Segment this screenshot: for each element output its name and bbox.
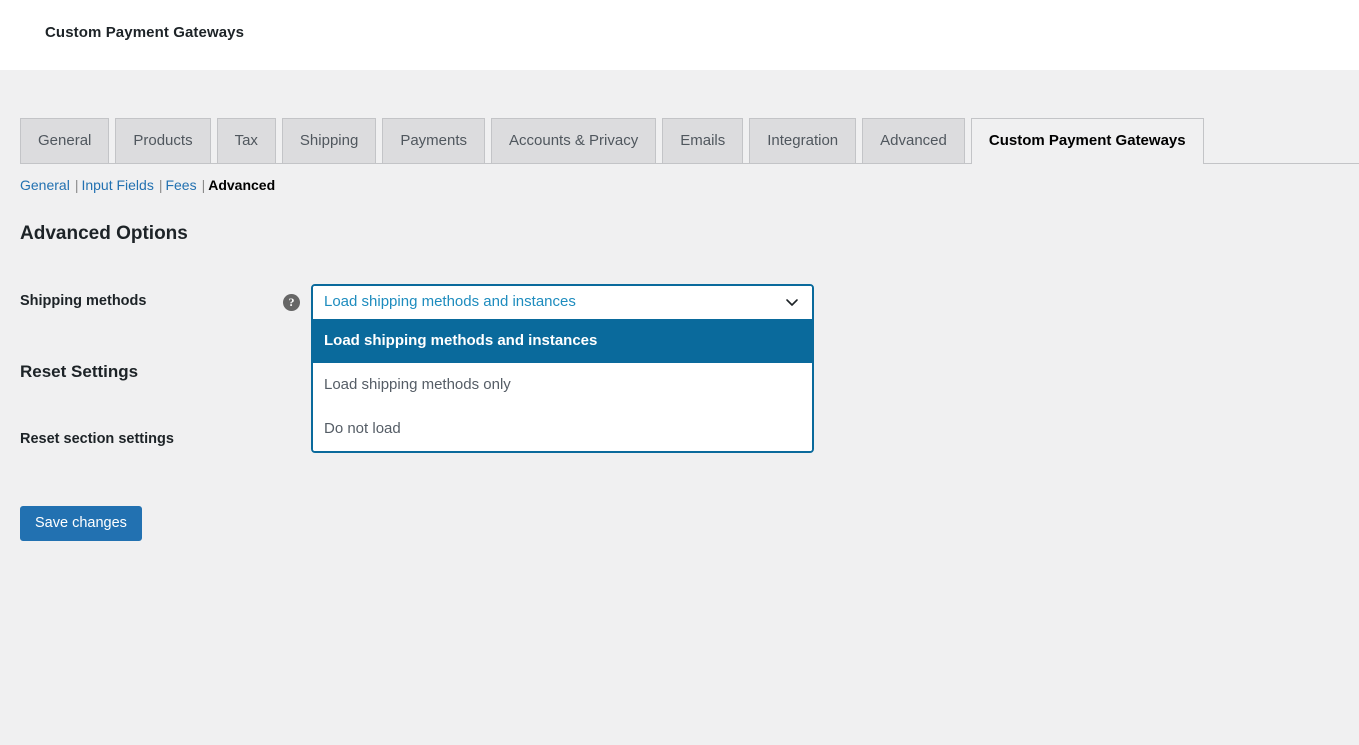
subsection-nav: General | Input Fields | Fees | Advanced — [20, 177, 275, 193]
tab-products[interactable]: Products — [115, 118, 211, 163]
subnav-item-advanced[interactable]: Advanced — [208, 177, 275, 193]
tab-payments[interactable]: Payments — [382, 118, 486, 163]
select-option-load-methods-and-instances[interactable]: Load shipping methods and instances — [313, 319, 812, 363]
select-option-do-not-load[interactable]: Do not load — [313, 407, 812, 451]
page-title: Custom Payment Gateways — [45, 24, 245, 41]
shipping-methods-option-list[interactable]: Load shipping methods and instances Load… — [313, 318, 812, 451]
section-title-advanced-options: Advanced Options — [20, 223, 188, 244]
tab-accounts-privacy[interactable]: Accounts & Privacy — [491, 118, 657, 163]
settings-tab-strip: General Products Tax Shipping Payments A… — [20, 118, 1359, 164]
field-label-shipping-methods: Shipping methods — [20, 293, 147, 309]
select-option-load-methods-only[interactable]: Load shipping methods only — [313, 363, 812, 407]
subnav-item-fees[interactable]: Fees — [165, 177, 196, 193]
admin-header-band: Custom Payment Gateways — [0, 0, 1359, 70]
shipping-methods-select-display[interactable]: Load shipping methods and instances — [313, 286, 812, 318]
tab-integration[interactable]: Integration — [749, 118, 857, 163]
save-changes-button[interactable]: Save changes — [20, 506, 142, 541]
tab-advanced[interactable]: Advanced — [862, 118, 965, 163]
tab-custom-payment-gateways[interactable]: Custom Payment Gateways — [970, 118, 1204, 164]
subnav-item-input-fields[interactable]: Input Fields — [81, 177, 153, 193]
subnav-separator: | — [74, 177, 79, 193]
field-label-reset-section-settings: Reset section settings — [20, 431, 174, 447]
subnav-separator: | — [158, 177, 163, 193]
help-question-icon[interactable]: ? — [283, 294, 300, 311]
shipping-methods-select[interactable]: Load shipping methods and instances Load… — [311, 284, 814, 453]
subnav-item-general[interactable]: General — [20, 177, 70, 193]
tab-emails[interactable]: Emails — [662, 118, 744, 163]
tab-tax[interactable]: Tax — [216, 118, 276, 163]
shipping-methods-selected-value: Load shipping methods and instances — [324, 293, 576, 310]
subnav-separator: | — [201, 177, 206, 193]
chevron-down-icon — [782, 286, 802, 318]
tab-shipping[interactable]: Shipping — [281, 118, 377, 163]
tab-general[interactable]: General — [20, 118, 110, 163]
section-title-reset-settings: Reset Settings — [20, 362, 139, 381]
